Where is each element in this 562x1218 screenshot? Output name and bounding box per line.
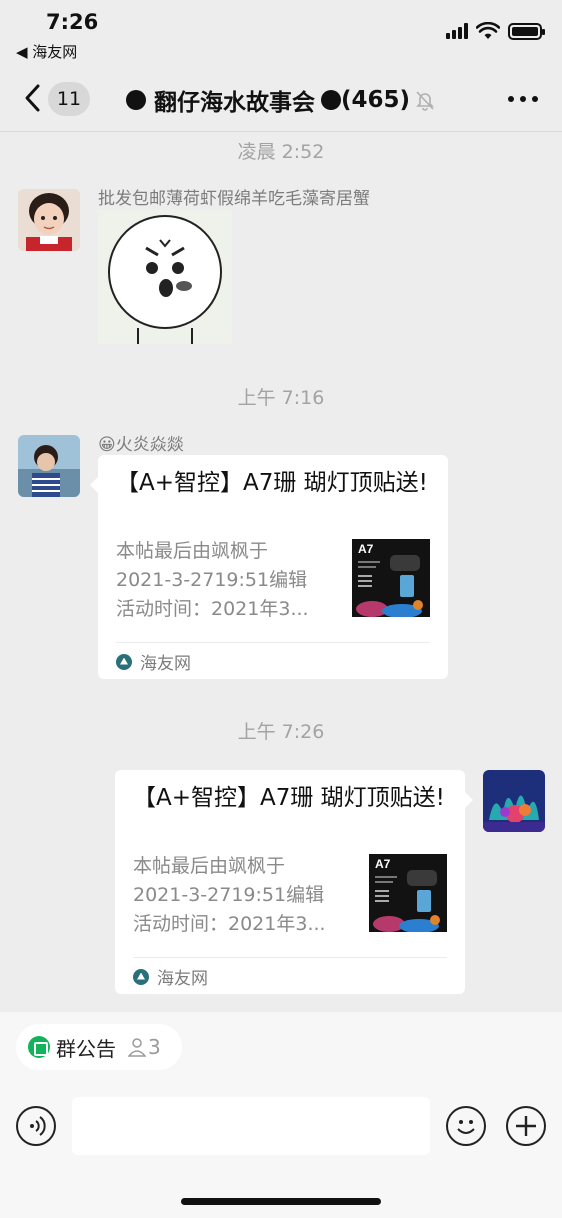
card-source: 海友网 [116, 649, 191, 674]
card-title: 【A+智控】A7珊 瑚灯顶贴送! [133, 785, 445, 811]
group-name: 翻仔海水故事会 [154, 90, 315, 116]
card-thumbnail: A7 [352, 539, 430, 617]
chat-header: 11 翻仔海水故事会 (465) [0, 66, 562, 132]
product-image [373, 870, 440, 932]
chat-title[interactable]: 翻仔海水故事会 (465) [126, 83, 436, 117]
my-avatar[interactable] [483, 770, 545, 832]
voice-icon [30, 1116, 46, 1136]
card-source: 海友网 [133, 964, 208, 989]
announcement-icon [28, 1036, 50, 1058]
home-indicator [181, 1198, 381, 1205]
more-functions-button[interactable] [506, 1106, 546, 1146]
mute-bell-icon [416, 91, 434, 111]
card-thumbnail: A7 [369, 854, 447, 932]
girl-avatar-image [18, 189, 80, 251]
member-count: (465) [341, 87, 411, 113]
person-icon [128, 1038, 146, 1057]
timestamp: 上午 7:16 [237, 387, 325, 409]
status-time: 7:26 [46, 10, 99, 34]
card-divider [133, 957, 447, 958]
smiley-icon [457, 1120, 475, 1134]
card-description: 本帖最后由飒枫于 2021-3-2719:51编辑 活动时间：2021年3... [133, 855, 326, 935]
avatar[interactable] [18, 189, 80, 251]
message-input[interactable] [72, 1097, 430, 1155]
unread-count-badge[interactable]: 11 [48, 82, 90, 116]
message-text: 批发包邮薄荷虾假绵羊吃毛藻寄居蟹 [98, 189, 370, 209]
status-icons [446, 22, 545, 40]
wifi-icon [476, 22, 500, 39]
coral-avatar-image [483, 770, 545, 832]
input-panel: 群公告 3 [0, 1012, 562, 1218]
announcement-count: 3 [128, 1035, 161, 1059]
timestamp: 上午 7:26 [237, 721, 325, 743]
child-avatar-image [18, 435, 80, 497]
avatar[interactable] [18, 435, 80, 497]
link-card[interactable]: 【A+智控】A7珊 瑚灯顶贴送! 本帖最后由飒枫于 2021-3-2719:51… [90, 455, 448, 679]
sticker-image[interactable] [98, 210, 232, 344]
back-chevron-icon[interactable] [18, 80, 48, 116]
timestamp: 凌晨 2:52 [237, 141, 325, 163]
product-image [356, 555, 423, 617]
dot-icon [126, 90, 146, 110]
cellular-signal-icon [446, 23, 468, 39]
link-card[interactable]: 【A+智控】A7珊 瑚灯顶贴送! 本帖最后由飒枫于 2021-3-2719:51… [115, 770, 473, 994]
card-title: 【A+智控】A7珊 瑚灯顶贴送! [116, 470, 428, 496]
source-logo-icon [133, 968, 149, 985]
sender-name: 😀火炎焱燚 [98, 435, 184, 455]
announcement-label: 群公告 [56, 1036, 116, 1061]
card-description: 本帖最后由飒枫于 2021-3-2719:51编辑 活动时间：2021年3... [116, 540, 309, 620]
voice-input-button[interactable] [16, 1106, 56, 1146]
back-to-app-link[interactable]: ◀ 海友网 [16, 41, 77, 62]
meme-face-sticker [98, 210, 232, 344]
more-options-icon[interactable] [508, 96, 538, 102]
group-announcement-chip[interactable]: 群公告 3 [16, 1024, 182, 1070]
status-bar: 7:26 ◀ 海友网 [0, 0, 562, 66]
dot-icon [321, 90, 341, 110]
card-divider [116, 642, 430, 643]
plus-icon [516, 1116, 536, 1136]
emoji-button[interactable] [446, 1106, 486, 1146]
battery-icon [508, 22, 545, 40]
source-logo-icon [116, 653, 132, 670]
